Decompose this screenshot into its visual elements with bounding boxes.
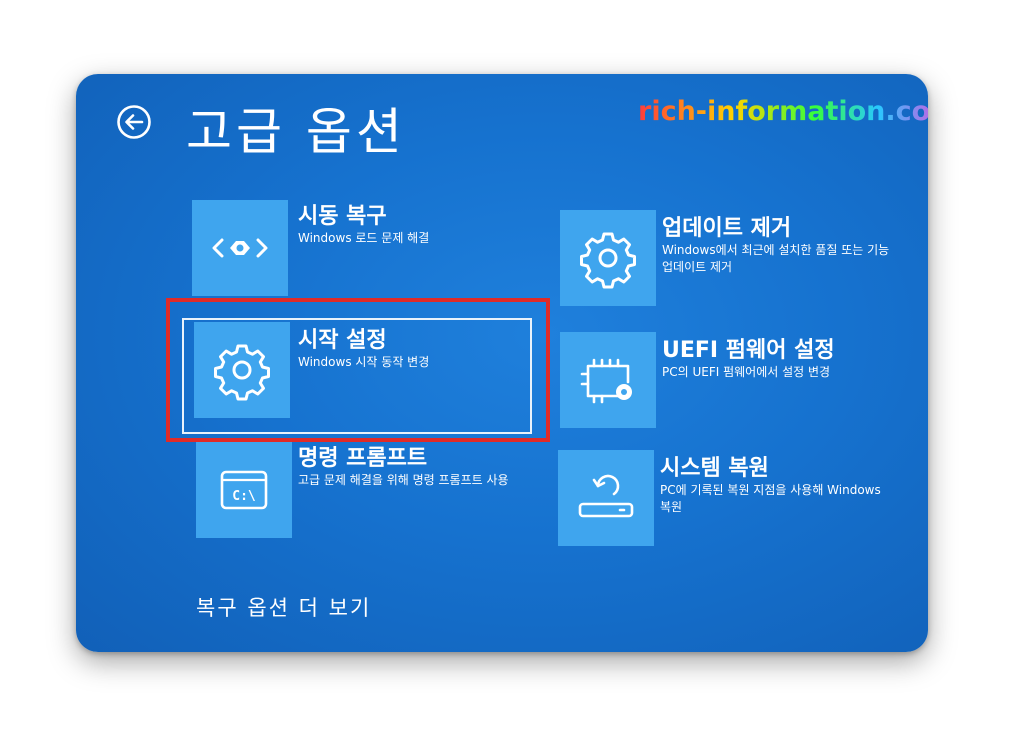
option-title: UEFI 펌웨어 설정 bbox=[662, 338, 835, 363]
option-tile[interactable] bbox=[560, 332, 656, 428]
startup-repair-icon bbox=[212, 238, 268, 258]
option-tile[interactable]: C:\ bbox=[196, 442, 292, 538]
highlight-annotation-box bbox=[166, 298, 550, 442]
option-tile[interactable] bbox=[192, 200, 288, 296]
option-tile[interactable] bbox=[560, 210, 656, 306]
back-arrow-circle-icon bbox=[117, 105, 151, 139]
option-description: PC의 UEFI 펌웨어에서 설정 변경 bbox=[662, 365, 831, 379]
option-description: Windows 로드 문제 해결 bbox=[298, 231, 430, 245]
gear-icon bbox=[580, 232, 636, 289]
watermark: rich-information.com bbox=[638, 96, 928, 127]
back-button[interactable] bbox=[116, 104, 152, 140]
option-title: 명령 프롬프트 bbox=[298, 446, 428, 471]
option-title: 시동 복구 bbox=[298, 204, 387, 229]
option-tile[interactable] bbox=[558, 450, 654, 546]
option-description: PC에 기록된 복원 지점을 사용해 Windows 복원 bbox=[660, 483, 881, 514]
option-title: 업데이트 제거 bbox=[662, 216, 792, 241]
firmware-chip-icon bbox=[580, 358, 632, 404]
more-recovery-options-link[interactable]: 복구 옵션 더 보기 bbox=[196, 592, 371, 622]
system-restore-icon bbox=[578, 474, 634, 518]
option-description: 고급 문제 해결을 위해 명령 프롬프트 사용 bbox=[298, 473, 509, 487]
option-title: 시스템 복원 bbox=[660, 456, 769, 481]
option-description: Windows에서 최근에 설치한 품질 또는 기능 업데이트 제거 bbox=[662, 243, 890, 274]
command-prompt-icon-text: C:\ bbox=[232, 489, 256, 504]
page-title: 고급 옵션 bbox=[186, 103, 406, 161]
command-prompt-icon: C:\ bbox=[220, 470, 268, 510]
